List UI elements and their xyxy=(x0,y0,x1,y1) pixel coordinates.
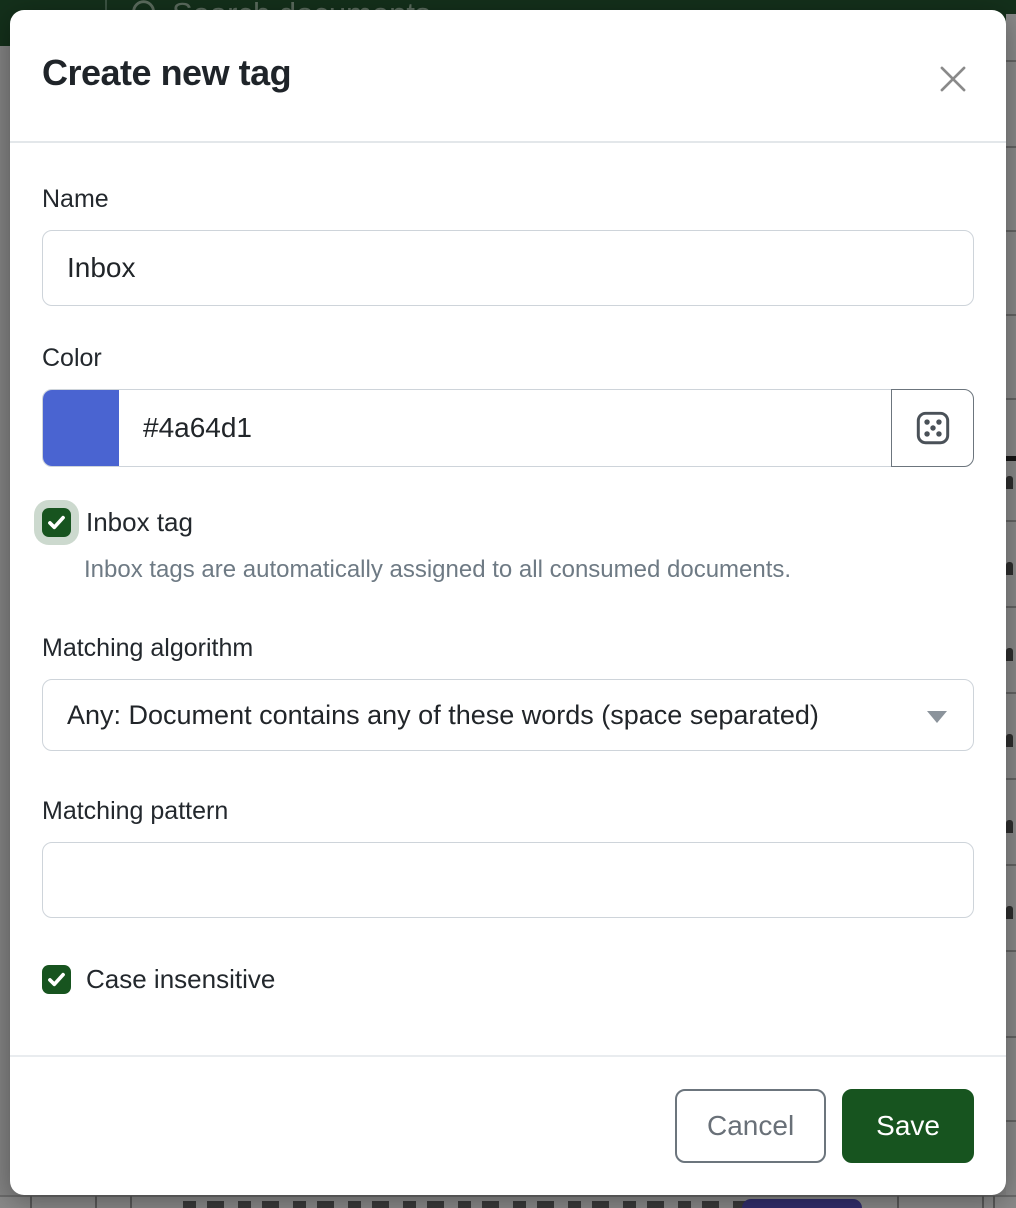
backdrop-column-line xyxy=(982,1196,984,1208)
backdrop-row-line xyxy=(1006,146,1016,148)
modal-header: Create new tag xyxy=(10,10,1006,143)
backdrop-row-text-hint xyxy=(1006,734,1013,747)
checkbox-check-icon xyxy=(46,969,67,990)
backdrop-row-line xyxy=(1006,60,1016,62)
cancel-button[interactable]: Cancel xyxy=(675,1089,826,1163)
backdrop-tag-pill xyxy=(742,1199,862,1208)
backdrop-row-line xyxy=(1006,1036,1016,1038)
backdrop-table-edge xyxy=(1006,14,1016,1208)
color-swatch xyxy=(43,390,119,466)
backdrop-row-text-hint xyxy=(1006,562,1013,575)
name-label: Name xyxy=(42,185,974,214)
chevron-down-icon xyxy=(927,711,947,723)
backdrop-row-line xyxy=(1006,520,1016,522)
checkbox-check-icon xyxy=(46,512,67,533)
close-button[interactable] xyxy=(928,54,978,104)
modal-title: Create new tag xyxy=(42,52,974,94)
case-insensitive-checkbox[interactable] xyxy=(42,965,71,994)
backdrop-row-text-hint xyxy=(183,1201,758,1208)
backdrop-row-line xyxy=(1006,314,1016,316)
close-icon xyxy=(934,60,972,98)
dice-icon xyxy=(912,407,954,449)
backdrop-row-line xyxy=(1006,864,1016,866)
backdrop-row-line xyxy=(1006,606,1016,608)
modal-footer: Cancel Save xyxy=(10,1055,1006,1195)
backdrop-row-text-hint xyxy=(1006,476,1013,489)
inbox-tag-label: Inbox tag xyxy=(86,507,193,538)
backdrop-row-line xyxy=(1006,778,1016,780)
backdrop-column-line xyxy=(130,1196,132,1208)
matching-pattern-input[interactable] xyxy=(42,842,974,918)
name-input[interactable] xyxy=(42,230,974,306)
backdrop-row-text-hint xyxy=(1006,648,1013,661)
save-button[interactable]: Save xyxy=(842,1089,974,1163)
color-input[interactable] xyxy=(119,390,891,466)
color-label: Color xyxy=(42,344,974,373)
matching-pattern-label: Matching pattern xyxy=(42,797,974,826)
random-color-button[interactable] xyxy=(891,389,974,467)
color-input-group xyxy=(42,389,892,467)
backdrop-table-header-line xyxy=(1006,456,1016,461)
backdrop-column-line xyxy=(993,1196,995,1208)
backdrop-row-line xyxy=(1006,230,1016,232)
inbox-tag-help-text: Inbox tags are automatically assigned to… xyxy=(84,556,974,584)
backdrop-row-line xyxy=(1006,398,1016,400)
backdrop-column-line xyxy=(30,1196,32,1208)
create-tag-modal: Create new tag Name Color xyxy=(10,10,1006,1195)
backdrop-column-line xyxy=(897,1196,899,1208)
backdrop-row-line xyxy=(1006,950,1016,952)
matching-algorithm-value: Any: Document contains any of these word… xyxy=(67,700,819,731)
backdrop-column-line xyxy=(95,1196,97,1208)
case-insensitive-label: Case insensitive xyxy=(86,964,275,995)
backdrop-row-text-hint xyxy=(1006,820,1013,833)
backdrop-row-line xyxy=(1006,1120,1016,1122)
backdrop-row-line xyxy=(1006,692,1016,694)
matching-algorithm-select[interactable]: Any: Document contains any of these word… xyxy=(42,679,974,751)
inbox-tag-checkbox[interactable] xyxy=(42,508,71,537)
backdrop-row-text-hint xyxy=(1006,906,1013,919)
modal-body: Name Color xyxy=(10,143,1006,995)
matching-algorithm-label: Matching algorithm xyxy=(42,634,974,663)
